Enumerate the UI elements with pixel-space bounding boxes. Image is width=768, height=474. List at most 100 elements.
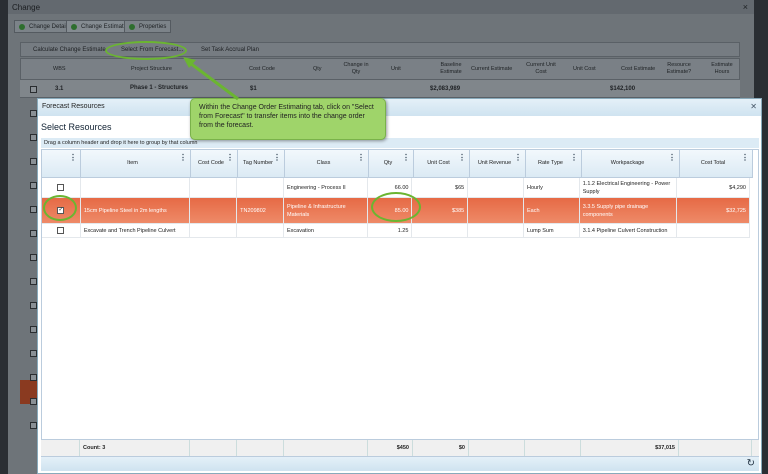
col-item[interactable]: Item ⋮ bbox=[81, 150, 191, 178]
tab-change-estimate[interactable]: Change Estimate bbox=[66, 20, 133, 33]
column-menu-icon[interactable]: ⋮ bbox=[741, 154, 749, 162]
col-project-structure[interactable]: Project Structure bbox=[131, 66, 172, 73]
table-row[interactable]: 3.1 Phase 1 - Structures $1 $2,083,989 $… bbox=[20, 80, 740, 98]
row-checkbox[interactable] bbox=[30, 326, 37, 333]
tag-cell bbox=[237, 178, 284, 197]
cost-total-cell: $4,290 bbox=[677, 178, 750, 197]
footer-cell: $37,015 bbox=[581, 440, 679, 456]
unit-cost-cell: $385 bbox=[412, 198, 469, 223]
toolbar: Calculate Change Estimate Select From Fo… bbox=[20, 41, 740, 60]
col-baseline[interactable]: Baseline Estimate bbox=[431, 62, 471, 76]
group-by-bar[interactable]: Drag a column header and drop it here to… bbox=[41, 138, 759, 148]
row-checkbox[interactable] bbox=[30, 254, 37, 261]
column-menu-icon[interactable]: ⋮ bbox=[273, 154, 281, 162]
status-icon bbox=[19, 24, 25, 30]
col-current-unit-cost[interactable]: Current Unit Cost bbox=[521, 62, 561, 76]
col-resource-estimate[interactable]: Resource Estimate? bbox=[661, 62, 697, 76]
table-row[interactable]: Engineering - Process II 66.00 $65 Hourly 1.… bbox=[42, 178, 750, 198]
column-menu-icon[interactable]: ⋮ bbox=[514, 154, 522, 162]
table-row[interactable]: Excavate and Trench Pipeline Culvert Exca… bbox=[42, 224, 750, 238]
close-icon[interactable]: × bbox=[743, 2, 748, 12]
close-icon[interactable]: ✕ bbox=[750, 102, 757, 111]
dialog-title: Forecast Resources bbox=[38, 99, 761, 116]
col-class[interactable]: Class ⋮ bbox=[285, 150, 369, 178]
column-menu-icon[interactable]: ⋮ bbox=[179, 154, 187, 162]
workpackage-cell: 3.1.4 Pipeline Culvert Construction bbox=[580, 224, 678, 237]
col-unit-cost[interactable]: Unit Cost bbox=[573, 66, 596, 73]
set-task-accrual-plan-button[interactable]: Set Task Accrual Plan bbox=[201, 47, 259, 53]
grid-footer: Count: 3 $450 $0 $37,015 bbox=[41, 439, 759, 456]
column-menu-icon[interactable]: ⋮ bbox=[668, 154, 676, 162]
col-change-in-qty[interactable]: Change in Qty bbox=[339, 62, 373, 76]
select-cell[interactable] bbox=[42, 224, 81, 237]
footer-cell bbox=[469, 440, 525, 456]
section-heading: Select Resources bbox=[41, 122, 112, 132]
row-checkbox[interactable]: ✓ bbox=[57, 207, 65, 214]
unit-revenue-cell bbox=[468, 224, 524, 237]
row-checkbox[interactable] bbox=[30, 374, 37, 381]
footer-cell: $450 bbox=[368, 440, 413, 456]
col-qty[interactable]: Qty ⋮ bbox=[369, 150, 414, 178]
col-estimate-hours[interactable]: Estimate Hours bbox=[707, 62, 737, 76]
col-cost-estimate[interactable]: Cost Estimate bbox=[621, 66, 655, 73]
column-label: Qty bbox=[383, 160, 393, 166]
col-unit[interactable]: Unit bbox=[391, 66, 401, 73]
footer-cell bbox=[679, 440, 752, 456]
column-menu-icon[interactable]: ⋮ bbox=[458, 154, 466, 162]
tab-change-detail[interactable]: Change Detail bbox=[14, 20, 73, 33]
qty-cell: 85.00 bbox=[368, 198, 413, 223]
col-unit-cost[interactable]: Unit Cost ⋮ bbox=[414, 150, 470, 178]
col-current-estimate[interactable]: Current Estimate bbox=[471, 66, 512, 73]
row-checkbox[interactable] bbox=[30, 350, 37, 357]
window-title: Change bbox=[8, 0, 754, 14]
item-cell bbox=[81, 178, 191, 197]
col-cost-total[interactable]: Cost Total ⋮ bbox=[680, 150, 753, 178]
row-checkbox[interactable] bbox=[30, 422, 37, 429]
col-unit-revenue[interactable]: Unit Revenue ⋮ bbox=[470, 150, 526, 178]
column-label: Cost Total bbox=[700, 160, 726, 166]
select-cell[interactable]: ✓ bbox=[42, 198, 81, 223]
col-qty[interactable]: Qty bbox=[313, 66, 322, 73]
col-workpackage[interactable]: Workpackage ⋮ bbox=[582, 150, 680, 178]
cost-code: $1 bbox=[250, 86, 257, 92]
structure: Phase 1 - Structures bbox=[130, 85, 189, 91]
row-checkbox[interactable] bbox=[30, 134, 37, 141]
footer-cell: $0 bbox=[413, 440, 469, 456]
grid-pager: ↻ bbox=[41, 457, 759, 471]
rate-type-cell: Each bbox=[524, 198, 580, 223]
footer-cell bbox=[190, 440, 237, 456]
row-checkbox[interactable] bbox=[30, 110, 37, 117]
row-checkbox[interactable] bbox=[30, 182, 37, 189]
col-cost-code[interactable]: Cost Code bbox=[249, 66, 275, 73]
col-tag[interactable]: Tag Number ⋮ bbox=[238, 150, 285, 178]
row-checkbox[interactable] bbox=[30, 278, 37, 285]
select-cell[interactable] bbox=[42, 178, 81, 197]
col-cost-code[interactable]: Cost Code ⋮ bbox=[191, 150, 238, 178]
tab-label: Change Estimate bbox=[81, 24, 128, 30]
column-menu-icon[interactable]: ⋮ bbox=[402, 154, 410, 162]
row-checkbox[interactable] bbox=[30, 230, 37, 237]
col-select[interactable]: ⋮ bbox=[42, 150, 81, 178]
row-checkbox[interactable] bbox=[30, 158, 37, 165]
tab-properties[interactable]: Properties bbox=[124, 20, 172, 33]
column-menu-icon[interactable]: ⋮ bbox=[357, 154, 365, 162]
row-checkbox[interactable] bbox=[57, 227, 65, 234]
row-checkbox[interactable] bbox=[30, 302, 37, 309]
row-checkbox[interactable] bbox=[57, 184, 65, 191]
column-menu-icon[interactable]: ⋮ bbox=[570, 154, 578, 162]
column-label: Workpackage bbox=[610, 160, 645, 166]
footer-cell bbox=[41, 440, 80, 456]
select-from-forecast-button[interactable]: Select From Forecast... bbox=[121, 47, 183, 53]
row-checkbox[interactable] bbox=[30, 86, 37, 93]
col-wbs[interactable]: WBS bbox=[53, 66, 66, 73]
column-menu-icon[interactable]: ⋮ bbox=[69, 154, 77, 162]
row-checkbox[interactable] bbox=[30, 398, 37, 405]
class-cell: Excavation bbox=[284, 224, 368, 237]
table-row[interactable]: ✓ 15cm Pipeline Steel in 2m lengths TN2098… bbox=[42, 198, 750, 224]
row-checkbox[interactable] bbox=[30, 206, 37, 213]
col-rate-type[interactable]: Rate Type ⋮ bbox=[526, 150, 582, 178]
calculate-change-estimate-button[interactable]: Calculate Change Estimate bbox=[33, 47, 106, 53]
column-label: Rate Type bbox=[538, 160, 563, 166]
column-menu-icon[interactable]: ⋮ bbox=[226, 154, 234, 162]
refresh-icon[interactable]: ↻ bbox=[747, 458, 755, 469]
